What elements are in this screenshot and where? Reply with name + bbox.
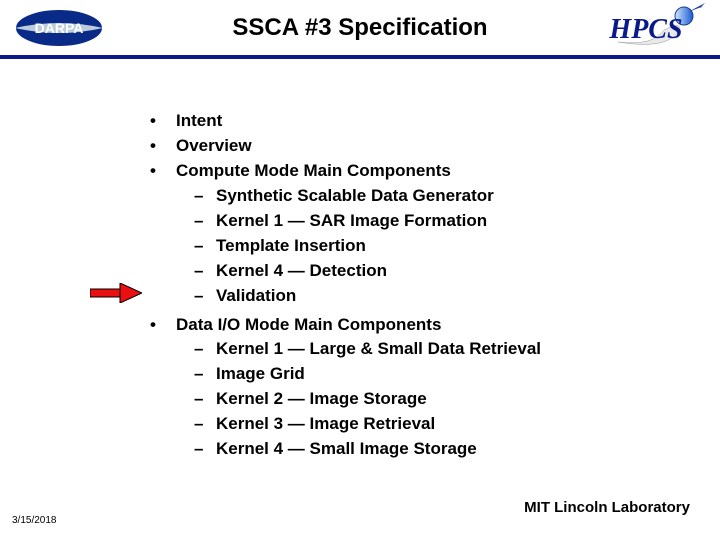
bullet-dot-icon: • bbox=[150, 314, 176, 337]
bullet-dot-icon: • bbox=[150, 135, 176, 158]
header-rule bbox=[0, 55, 720, 59]
footer-date: 3/15/2018 bbox=[12, 515, 57, 526]
sub-label: Kernel 4 — Detection bbox=[216, 260, 387, 283]
bullet-item: • Overview bbox=[150, 135, 670, 158]
bullet-label: Data I/O Mode Main Components bbox=[176, 314, 441, 337]
sub-item: –Kernel 4 — Small Image Storage bbox=[194, 438, 670, 461]
sub-label: Kernel 2 — Image Storage bbox=[216, 388, 427, 411]
bullet-list: • Intent • Overview • Compute Mode Main … bbox=[150, 110, 670, 467]
sub-item: –Synthetic Scalable Data Generator bbox=[194, 185, 670, 208]
sub-label: Kernel 3 — Image Retrieval bbox=[216, 413, 435, 436]
footer-org: MIT Lincoln Laboratory bbox=[524, 499, 690, 516]
bullet-label: Compute Mode Main Components bbox=[176, 160, 451, 183]
bullet-dot-icon: • bbox=[150, 160, 176, 183]
sub-list: –Synthetic Scalable Data Generator –Kern… bbox=[194, 185, 670, 308]
sub-item: –Kernel 4 — Detection bbox=[194, 260, 670, 283]
sub-list: –Kernel 1 — Large & Small Data Retrieval… bbox=[194, 338, 670, 461]
dash-icon: – bbox=[194, 413, 216, 436]
hpcs-logo-text: HPCS bbox=[608, 14, 682, 45]
dash-icon: – bbox=[194, 388, 216, 411]
bullet-label: Intent bbox=[176, 110, 222, 133]
sub-item: –Kernel 1 — Large & Small Data Retrieval bbox=[194, 338, 670, 361]
sub-label: Image Grid bbox=[216, 363, 305, 386]
sub-label: Synthetic Scalable Data Generator bbox=[216, 185, 494, 208]
sub-label: Template Insertion bbox=[216, 235, 366, 258]
sub-item: –Kernel 3 — Image Retrieval bbox=[194, 413, 670, 436]
hpcs-logo: HPCS bbox=[606, 2, 706, 54]
sub-label: Kernel 1 — SAR Image Formation bbox=[216, 210, 487, 233]
bullet-item: • Intent bbox=[150, 110, 670, 133]
dash-icon: – bbox=[194, 185, 216, 208]
sub-label: Validation bbox=[216, 285, 296, 308]
bullet-item: • Compute Mode Main Components bbox=[150, 160, 670, 183]
dash-icon: – bbox=[194, 210, 216, 233]
sub-item: –Template Insertion bbox=[194, 235, 670, 258]
sub-item: –Kernel 2 — Image Storage bbox=[194, 388, 670, 411]
dash-icon: – bbox=[194, 338, 216, 361]
sub-label: Kernel 4 — Small Image Storage bbox=[216, 438, 477, 461]
dash-icon: – bbox=[194, 260, 216, 283]
sub-label: Kernel 1 — Large & Small Data Retrieval bbox=[216, 338, 541, 361]
bullet-item: • Data I/O Mode Main Components bbox=[150, 314, 670, 337]
slide-header: DARPA SSCA #3 Specification HPCS bbox=[0, 0, 720, 62]
pointer-arrow-icon bbox=[90, 283, 142, 308]
dash-icon: – bbox=[194, 235, 216, 258]
sub-item: –Validation bbox=[194, 285, 670, 308]
sub-item: –Image Grid bbox=[194, 363, 670, 386]
dash-icon: – bbox=[194, 363, 216, 386]
dash-icon: – bbox=[194, 438, 216, 461]
bullet-label: Overview bbox=[176, 135, 252, 158]
sub-item: –Kernel 1 — SAR Image Formation bbox=[194, 210, 670, 233]
bullet-dot-icon: • bbox=[150, 110, 176, 133]
dash-icon: – bbox=[194, 285, 216, 308]
